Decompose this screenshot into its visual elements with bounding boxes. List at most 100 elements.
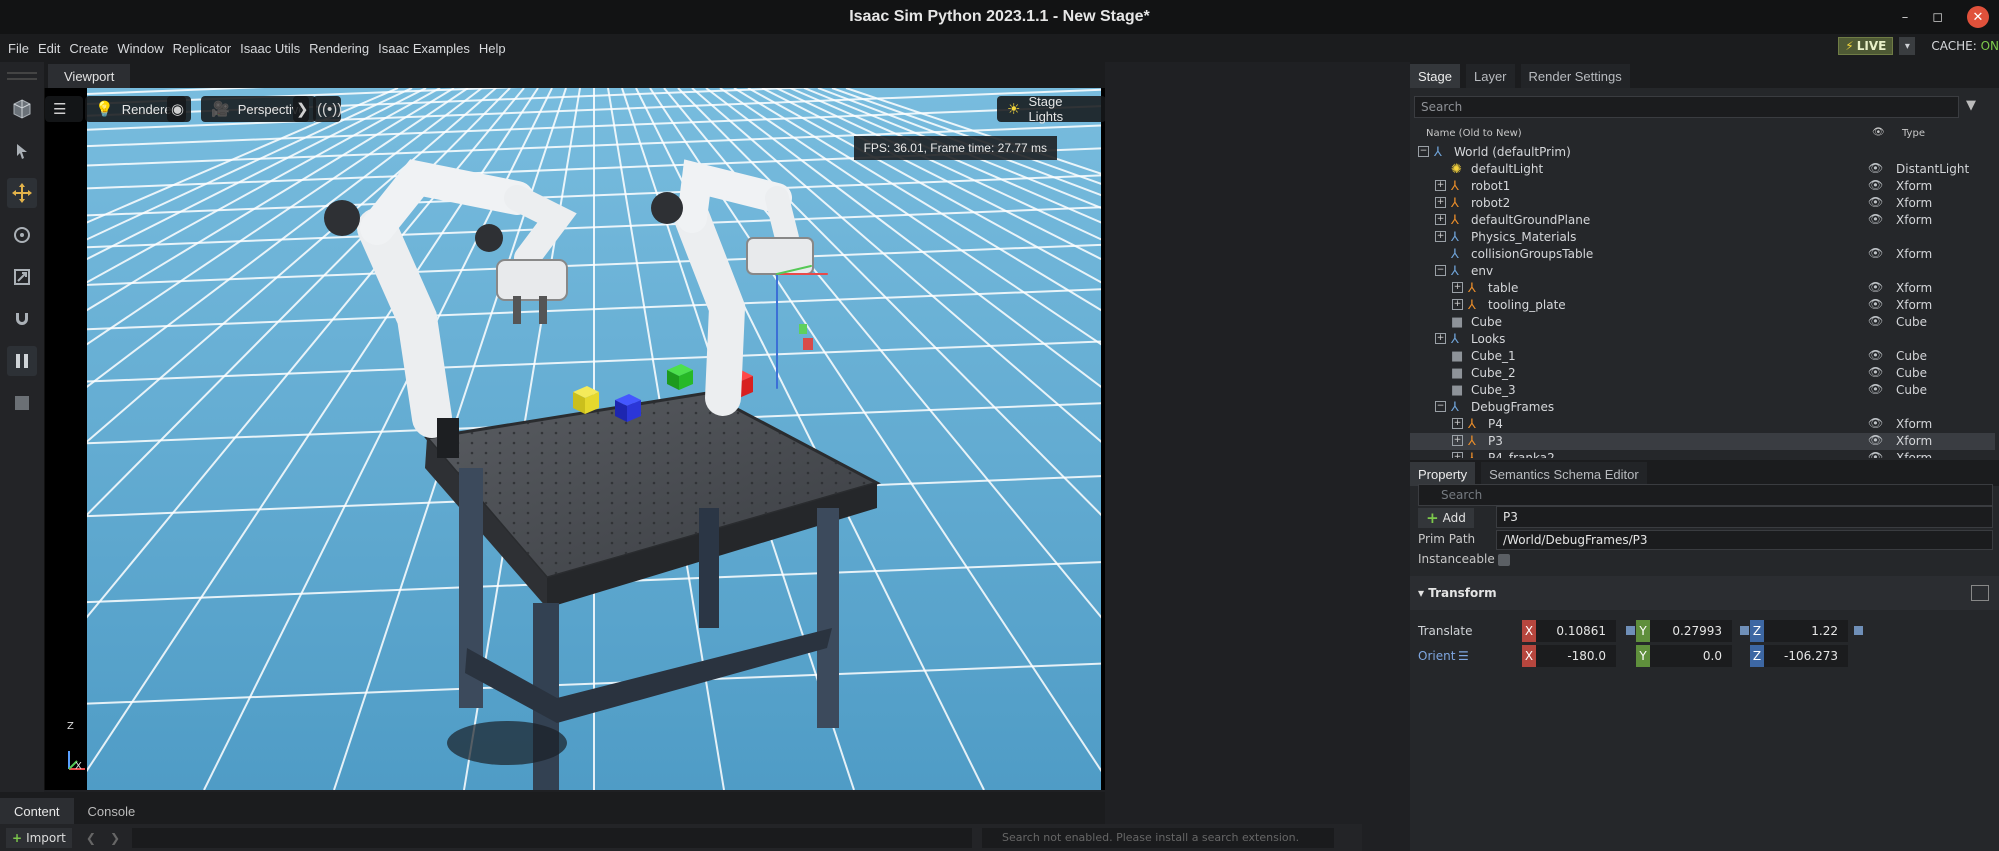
instanceable-checkbox[interactable] — [1498, 554, 1510, 566]
visibility-eye-icon[interactable]: ◉ — [167, 96, 191, 122]
expand-icon[interactable]: + — [1452, 418, 1463, 429]
expand-icon[interactable]: + — [1452, 282, 1463, 293]
scene-render[interactable] — [87, 88, 1101, 790]
menu-file[interactable]: File — [8, 41, 29, 56]
expand-icon[interactable]: + — [1452, 435, 1463, 446]
visibility-eye-icon[interactable]: 👁 — [1868, 365, 1883, 379]
column-type[interactable]: Type — [1902, 128, 1925, 139]
stage-row-physics-materials[interactable]: + ⅄ Physics_Materials — [1410, 229, 1995, 246]
menu-edit[interactable]: Edit — [38, 41, 60, 56]
stage-row-p3[interactable]: + ⅄ P3 👁 Xform — [1410, 433, 1995, 450]
expand-icon[interactable]: + — [1435, 333, 1446, 344]
orient-x-field[interactable]: -180.0 — [1536, 645, 1616, 667]
visibility-eye-icon[interactable]: 👁 — [1868, 297, 1883, 311]
restore-button[interactable]: ◻ — [1932, 10, 1943, 25]
forward-arrow-icon[interactable]: ❯ — [110, 831, 120, 845]
menu-isaac-utils[interactable]: Isaac Utils — [240, 41, 300, 56]
stage-row-defaultlight[interactable]: ✺ defaultLight 👁 DistantLight — [1410, 161, 1995, 178]
expand-icon[interactable]: + — [1435, 197, 1446, 208]
tab-content[interactable]: Content — [0, 798, 74, 824]
stage-row-tooling-plate[interactable]: + ⅄ tooling_plate 👁 Xform — [1410, 297, 1995, 314]
live-button[interactable]: ⚡ LIVE — [1838, 37, 1894, 55]
stage-row-cube-2[interactable]: ■ Cube_2 👁 Cube — [1410, 365, 1995, 382]
pause-icon[interactable] — [7, 346, 37, 376]
stage-row-collisiongroupstable[interactable]: ⅄ collisionGroupsTable 👁 Xform — [1410, 246, 1995, 263]
visibility-eye-icon[interactable]: 👁 — [1868, 314, 1883, 328]
translate-y-field[interactable]: 0.27993 — [1650, 620, 1732, 642]
filter-icon[interactable]: ▼ — [1966, 98, 1976, 113]
property-search-input[interactable]: Search — [1418, 484, 1993, 506]
visibility-eye-icon[interactable]: 👁 — [1868, 195, 1883, 209]
collapse-icon[interactable]: − — [1435, 401, 1446, 412]
stage-row-cube[interactable]: ■ Cube 👁 Cube — [1410, 314, 1995, 331]
scale-tool-icon[interactable] — [7, 262, 37, 292]
menu-create[interactable]: Create — [69, 41, 108, 56]
visibility-eye-icon[interactable]: 👁 — [1868, 450, 1883, 458]
expand-icon[interactable]: + — [1435, 180, 1446, 191]
tab-stage[interactable]: Stage — [1410, 64, 1460, 88]
stage-row-p4[interactable]: + ⅄ P4 👁 Xform — [1410, 416, 1995, 433]
tab-viewport[interactable]: Viewport — [48, 64, 131, 88]
stage-row-robot1[interactable]: + ⅄ robot1 👁 Xform — [1410, 178, 1995, 195]
tab-semantics-schema-editor[interactable]: Semantics Schema Editor — [1481, 462, 1647, 486]
expand-icon[interactable]: + — [1435, 231, 1446, 242]
camera-expand-chevron-icon[interactable]: ❯ — [293, 96, 309, 122]
pointer-icon[interactable] — [7, 136, 37, 166]
collapse-icon[interactable]: − — [1435, 265, 1446, 276]
tab-layer[interactable]: Layer — [1465, 64, 1515, 88]
stage-row-p4-franka2[interactable]: + ⅄ P4_franka2 👁 Xform — [1410, 450, 1995, 458]
orient-y-field[interactable]: 0.0 — [1650, 645, 1732, 667]
transform-options-icon[interactable] — [1971, 585, 1989, 601]
visibility-eye-icon[interactable]: 👁 — [1868, 348, 1883, 362]
visibility-eye-icon[interactable]: 👁 — [1868, 382, 1883, 396]
minimize-button[interactable]: – — [1902, 10, 1909, 25]
stage-row-world-defaultprim[interactable]: − ⅄ World (defaultPrim) — [1410, 144, 1995, 161]
visibility-eye-icon[interactable]: 👁 — [1868, 433, 1883, 447]
move-tool-icon[interactable] — [7, 178, 37, 208]
prim-path-field[interactable]: /World/DebugFrames/P3 — [1496, 530, 1993, 550]
tab-property[interactable]: Property — [1410, 462, 1476, 486]
transform-section-header[interactable]: ▾ Transform — [1410, 576, 1999, 610]
expand-icon[interactable]: + — [1435, 214, 1446, 225]
visibility-eye-icon[interactable]: 👁 — [1868, 280, 1883, 294]
menu-replicator[interactable]: Replicator — [173, 41, 232, 56]
translate-x-field[interactable]: 0.10861 — [1536, 620, 1616, 642]
orient-mode-icon[interactable]: ☰ — [1458, 649, 1469, 663]
close-button[interactable]: ✕ — [1967, 6, 1989, 28]
visibility-eye-icon[interactable]: 👁 — [1868, 416, 1883, 430]
audio-broadcast-icon[interactable]: ((•)) — [313, 96, 342, 122]
visibility-eye-icon[interactable]: 👁 — [1868, 246, 1883, 260]
menu-help[interactable]: Help — [479, 41, 506, 56]
stage-row-looks[interactable]: + ⅄ Looks — [1410, 331, 1995, 348]
expand-icon[interactable]: + — [1452, 299, 1463, 310]
stage-row-table[interactable]: + ⅄ table 👁 Xform — [1410, 280, 1995, 297]
menu-rendering[interactable]: Rendering — [309, 41, 369, 56]
content-path-field[interactable] — [132, 827, 973, 848]
stage-row-env[interactable]: − ⅄ env — [1410, 263, 1995, 280]
content-search-field[interactable]: Search not enabled. Please install a sea… — [982, 827, 1335, 848]
viewport-settings-icon[interactable]: ☰ — [45, 96, 83, 122]
tab-render-settings[interactable]: Render Settings — [1520, 64, 1630, 88]
tab-console[interactable]: Console — [74, 798, 150, 824]
menu-isaac-examples[interactable]: Isaac Examples — [378, 41, 470, 56]
menu-window[interactable]: Window — [117, 41, 163, 56]
translate-z-key-icon[interactable] — [1854, 626, 1863, 635]
back-arrow-icon[interactable]: ❮ — [86, 831, 96, 845]
stage-row-cube-1[interactable]: ■ Cube_1 👁 Cube — [1410, 348, 1995, 365]
visibility-eye-icon[interactable]: 👁 — [1868, 178, 1883, 192]
expand-icon[interactable]: + — [1452, 452, 1463, 458]
translate-z-field[interactable]: 1.22 — [1764, 620, 1848, 642]
visibility-eye-icon[interactable]: 👁 — [1868, 212, 1883, 226]
stage-row-cube-3[interactable]: ■ Cube_3 👁 Cube — [1410, 382, 1995, 399]
translate-x-key-icon[interactable] — [1626, 626, 1635, 635]
viewport[interactable]: ☰ 💡 Renderer ◉ 🎥 Perspective ❯ ((•)) ☀ S… — [44, 88, 1105, 790]
stop-icon[interactable] — [7, 388, 37, 418]
collapse-icon[interactable]: − — [1418, 146, 1429, 157]
prim-name-field[interactable]: P3 — [1496, 506, 1993, 528]
stage-search-input[interactable]: Search — [1414, 96, 1959, 118]
rotate-tool-icon[interactable] — [7, 220, 37, 250]
orient-z-field[interactable]: -106.273 — [1764, 645, 1848, 667]
snap-magnet-icon[interactable] — [7, 304, 37, 334]
select-mode-icon[interactable] — [7, 94, 37, 124]
visibility-eye-icon[interactable]: 👁 — [1868, 161, 1883, 175]
